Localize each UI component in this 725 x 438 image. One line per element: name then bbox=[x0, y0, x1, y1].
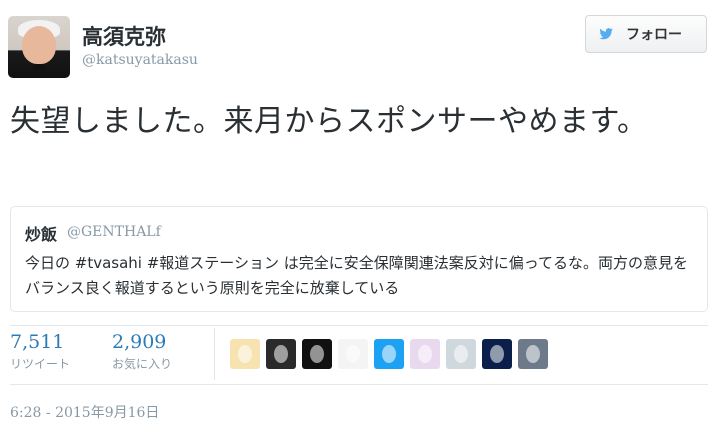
tweet-timestamp[interactable]: 6:28 - 2015年9月16日 bbox=[10, 402, 159, 422]
quoted-tweet-text: 今日の #tvasahi #報道ステーション は完全に安全保障関連法案反対に偏っ… bbox=[25, 254, 689, 297]
default-egg-avatar-icon bbox=[382, 345, 396, 363]
sketch-avatar[interactable] bbox=[338, 339, 368, 369]
follow-label: フォロー bbox=[626, 26, 682, 42]
author-handle[interactable]: @katsuyatakasu bbox=[82, 52, 198, 68]
black-cat-avatar[interactable] bbox=[266, 339, 296, 369]
anime-girl-avatar[interactable] bbox=[410, 339, 440, 369]
avatar-face bbox=[22, 26, 56, 64]
favorites-label: お気に入り bbox=[112, 357, 173, 371]
pink-symbol-avatar[interactable] bbox=[302, 339, 332, 369]
quoted-tweet[interactable]: 炒飯 @GENTHALf 今日の #tvasahi #報道ステーション は完全に… bbox=[10, 206, 708, 312]
retweets-stat[interactable]: 7,511 リツイート bbox=[10, 331, 70, 372]
egg-bird-avatar-icon bbox=[238, 345, 252, 363]
stats-separator bbox=[214, 328, 215, 380]
avatar-bowtie bbox=[33, 64, 45, 70]
anime-girl-avatar-icon bbox=[418, 345, 432, 363]
snorlax-avatar[interactable] bbox=[446, 339, 476, 369]
favorites-stat[interactable]: 2,909 お気に入り bbox=[112, 331, 172, 372]
quoted-author-handle: @GENTHALf bbox=[67, 224, 161, 240]
night-flag-avatar-icon bbox=[490, 345, 504, 363]
quoted-author-name: 炒飯 bbox=[25, 225, 58, 244]
follow-button[interactable]: フォロー bbox=[585, 15, 707, 53]
snorlax-avatar-icon bbox=[454, 345, 468, 363]
favoriter-avatars bbox=[230, 339, 548, 369]
egg-bird-avatar[interactable] bbox=[230, 339, 260, 369]
stats-bottom-divider bbox=[10, 384, 708, 385]
author-name[interactable]: 高須克弥 bbox=[82, 21, 166, 51]
racer-avatar[interactable] bbox=[518, 339, 548, 369]
night-flag-avatar[interactable] bbox=[482, 339, 512, 369]
sketch-avatar-icon bbox=[346, 345, 360, 363]
retweets-label: リツイート bbox=[10, 357, 71, 371]
favorites-count: 2,909 bbox=[112, 331, 167, 353]
pink-symbol-avatar-icon bbox=[310, 345, 324, 363]
follow-bird-icon bbox=[599, 28, 613, 40]
tweet-text: 失望しました。来月からスポンサーやめます。 bbox=[10, 104, 648, 139]
black-cat-avatar-icon bbox=[274, 345, 288, 363]
retweets-count: 7,511 bbox=[10, 331, 65, 353]
racer-avatar-icon bbox=[526, 345, 540, 363]
default-egg-avatar[interactable] bbox=[374, 339, 404, 369]
stats-top-divider bbox=[10, 325, 708, 326]
author-avatar[interactable] bbox=[8, 16, 70, 78]
